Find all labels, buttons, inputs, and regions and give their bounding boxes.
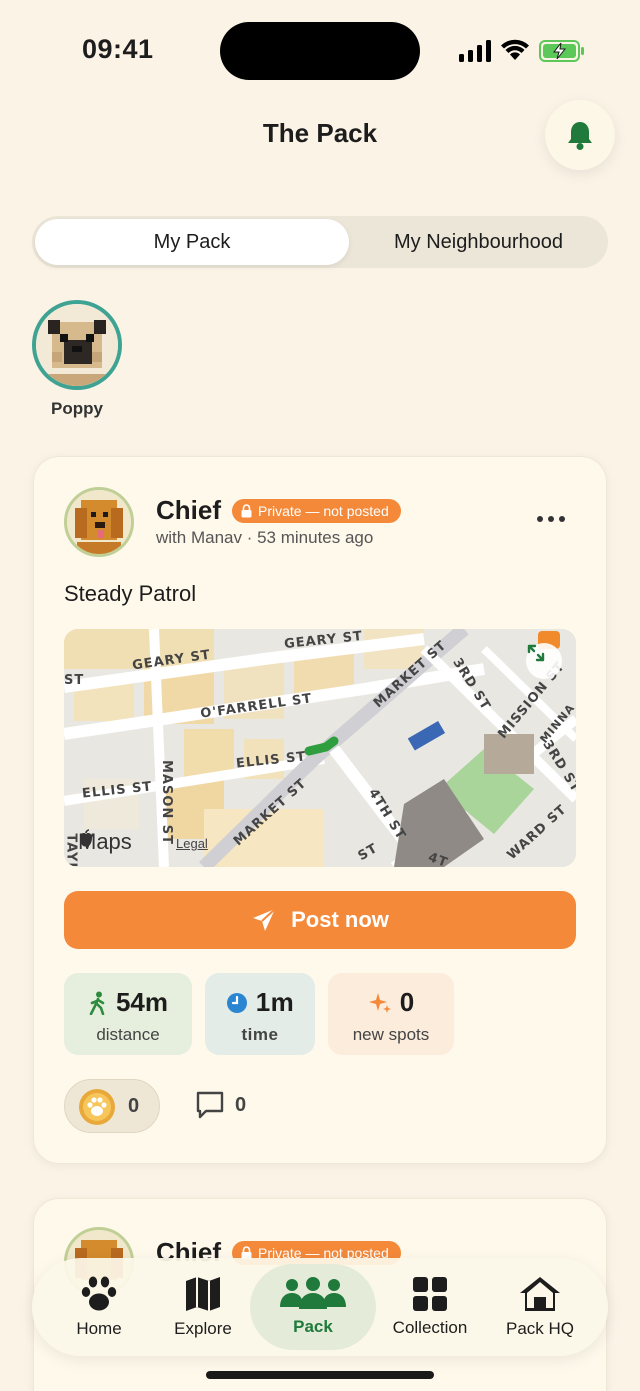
notifications-button[interactable]: [545, 100, 615, 170]
privacy-badge-label: Private — not posted: [258, 503, 389, 519]
apple-maps-logo: Maps: [78, 829, 132, 855]
stat-new-spots: 0 new spots: [328, 973, 454, 1055]
tab-explore-label: Explore: [174, 1319, 232, 1338]
post-now-label: Post now: [291, 907, 389, 932]
clock: 09:41: [82, 34, 154, 64]
paw-icon: [81, 1276, 117, 1311]
page-title: The Pack: [262, 118, 378, 148]
tab-pack-label: Pack: [293, 1317, 333, 1336]
golden-retriever-avatar-icon: [67, 490, 131, 554]
walk-map[interactable]: GEARY ST GEARY ST ST O'FARRELL ST MARKET…: [64, 629, 576, 867]
map-legal-link[interactable]: Legal: [176, 836, 208, 851]
map-street-label: TAYL: [64, 833, 79, 867]
tab-collection-label: Collection: [392, 1318, 468, 1337]
post-now-button[interactable]: Post now: [64, 891, 576, 949]
tab-explore[interactable]: Explore: [150, 1258, 256, 1356]
tab-my-pack[interactable]: My Pack: [35, 219, 349, 265]
post-subline: with Manav · 53 minutes ago: [156, 528, 374, 547]
home-indicator: [206, 1371, 434, 1379]
people-icon: [280, 1277, 346, 1309]
send-icon: [253, 908, 276, 931]
map-street-label: ST: [64, 673, 85, 688]
dog-avatar[interactable]: [64, 487, 134, 557]
stat-distance-label: distance: [96, 1025, 160, 1044]
pet-avatar-poppy[interactable]: [32, 300, 122, 390]
dynamic-island: [220, 22, 420, 80]
stat-new-spots-value: 0: [399, 987, 415, 1017]
clock-icon: [226, 992, 247, 1013]
bell-icon: [568, 122, 592, 150]
stat-time: 1m time: [205, 973, 315, 1055]
map-street-label: MASON ST: [159, 759, 175, 846]
stat-time-label: time: [241, 1025, 279, 1044]
paw-coin-icon: [79, 1089, 115, 1125]
comment-count: 0: [235, 1094, 247, 1116]
paw-coin-button[interactable]: 0: [64, 1079, 160, 1133]
lock-icon: [241, 504, 252, 518]
dog-name: Chief: [156, 495, 221, 525]
walk-title: Steady Patrol: [64, 581, 197, 606]
tab-bar: Home Explore Pack Collection Pack HQ: [32, 1258, 608, 1356]
stat-new-spots-label: new spots: [352, 1025, 430, 1044]
tab-pack-hq[interactable]: Pack HQ: [488, 1258, 592, 1356]
tab-pack-hq-label: Pack HQ: [505, 1319, 575, 1338]
stat-time-value: 1m: [255, 987, 295, 1017]
comment-icon[interactable]: [194, 1089, 226, 1121]
segmented-control: My Pack My Neighbourhood: [32, 216, 608, 268]
sparkle-icon: [368, 992, 391, 1013]
coin-count: 0: [128, 1095, 140, 1117]
expand-map-button[interactable]: [526, 643, 562, 679]
battery-charging-icon: [539, 40, 584, 62]
pet-name: Poppy: [51, 399, 103, 418]
privacy-badge: Private — not posted: [232, 499, 401, 523]
tab-home-label: Home: [76, 1319, 122, 1338]
expand-icon: [527, 644, 545, 662]
house-icon: [520, 1277, 560, 1311]
more-options-icon[interactable]: [534, 509, 568, 529]
stat-distance-value: 54m: [115, 987, 169, 1017]
pug-avatar-icon: [36, 304, 118, 386]
status-bar: 09:41: [0, 0, 640, 100]
cellular-signal-icon: [459, 40, 491, 62]
map-icon: [186, 1277, 220, 1311]
wifi-icon: [501, 39, 529, 60]
tab-pack[interactable]: Pack: [250, 1264, 376, 1350]
stat-distance: 54m distance: [64, 973, 192, 1055]
tab-collection[interactable]: Collection: [376, 1258, 484, 1356]
grid-icon: [413, 1277, 447, 1311]
tab-my-neighbourhood[interactable]: My Neighbourhood: [352, 219, 605, 265]
walk-post-card: Chief Private — not posted with Manav · …: [33, 456, 607, 1164]
tab-home[interactable]: Home: [44, 1258, 154, 1356]
apple-icon: [80, 829, 92, 847]
walking-icon: [89, 991, 105, 1015]
